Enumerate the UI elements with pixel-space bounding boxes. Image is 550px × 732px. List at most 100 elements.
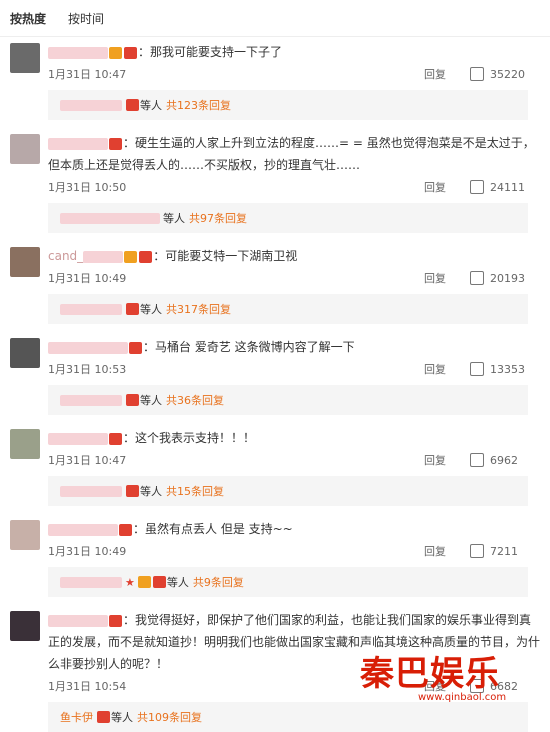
member-badge-icon (109, 432, 122, 445)
username-blurred[interactable] (48, 46, 108, 59)
reply-button[interactable]: 回复 (424, 452, 446, 468)
comment-time: 1月31日 10:47 (48, 454, 127, 467)
comment-content: cand_ ：可能要艾特一下湖南卫视 (48, 245, 540, 267)
comment-time: 1月31日 10:53 (48, 363, 127, 376)
comment-time: 1月31日 10:49 (48, 545, 127, 558)
sub-reply-count-link[interactable]: 共97条回复 (189, 210, 247, 226)
like-count: 20193 (490, 271, 525, 285)
vip-badge-icon (124, 250, 138, 263)
reply-button[interactable]: 回复 (424, 179, 446, 195)
member-badge-icon (126, 303, 139, 315)
comment-meta: 1月31日 10:49 回复 7211 (48, 540, 540, 562)
comment-meta: 1月31日 10:53 回复 13353 (48, 358, 540, 380)
like-count: 35220 (490, 67, 525, 81)
member-badge-icon (109, 137, 122, 150)
username-blurred[interactable] (83, 250, 124, 263)
sub-reply-user-blurred (60, 394, 122, 406)
like-count: 7211 (490, 544, 518, 558)
member-badge-icon (152, 576, 166, 588)
sub-reply-count-link[interactable]: 共123条回复 (166, 97, 231, 113)
thumbs-up-icon (470, 453, 484, 467)
comment-meta: 1月31日 10:50 回复 24111 (48, 176, 540, 198)
like-button[interactable]: 20193 (470, 271, 540, 285)
member-badge-icon (139, 250, 153, 263)
avatar[interactable] (10, 520, 40, 550)
username-fragment[interactable]: cand_ (48, 249, 83, 263)
sub-reply-user-blurred (60, 99, 122, 111)
avatar[interactable] (10, 338, 40, 368)
comment-content: ：虽然有点丢人 但是 支持~~ (48, 518, 540, 540)
member-badge-icon (119, 523, 132, 536)
avatar[interactable] (10, 134, 40, 164)
avatar[interactable] (10, 247, 40, 277)
like-button[interactable]: 6962 (470, 453, 540, 467)
tab-hot[interactable]: 按热度 (10, 10, 46, 27)
sub-replies[interactable]: 等人 共15条回复 (48, 476, 528, 506)
sub-reply-count-link[interactable]: 共109条回复 (137, 709, 202, 725)
comment-text: ：这个我表示支持！！！ (123, 431, 256, 445)
comment-item: ：硬生生逼的人家上升到立法的程度……= = 虽然也觉得泡菜是不是太过于，但本质上… (0, 130, 550, 233)
vip-badge-icon (109, 46, 122, 59)
member-badge-icon (126, 394, 139, 406)
like-button[interactable]: 35220 (470, 67, 540, 81)
sub-reply-user[interactable]: 鱼卡伊 (60, 709, 93, 725)
thumbs-up-icon (470, 544, 484, 558)
comment-meta: 1月31日 10:49 回复 20193 (48, 267, 540, 289)
reply-button[interactable]: 回复 (424, 361, 446, 377)
comment-content: ：这个我表示支持！！！ (48, 427, 540, 449)
member-badge-icon (126, 99, 139, 111)
avatar[interactable] (10, 43, 40, 73)
reply-button[interactable]: 回复 (424, 270, 446, 286)
sub-reply-count-link[interactable]: 共36条回复 (166, 392, 224, 408)
username-blurred[interactable] (48, 614, 108, 627)
thumbs-up-icon (470, 362, 484, 376)
username-blurred[interactable] (48, 137, 108, 150)
thumbs-up-icon (470, 67, 484, 81)
username-blurred[interactable] (48, 523, 118, 536)
like-button[interactable]: 7211 (470, 544, 540, 558)
comment-content: ：马桶台 爱奇艺 这条微博内容了解一下 (48, 336, 540, 358)
sub-reply-count-link[interactable]: 共317条回复 (166, 301, 231, 317)
comment-item: ：虽然有点丢人 但是 支持~~ 1月31日 10:49 回复 7211 ★ 等人… (0, 516, 550, 597)
sub-reply-user-blurred (60, 576, 122, 588)
username-blurred[interactable] (48, 341, 128, 354)
reply-button[interactable]: 回复 (424, 543, 446, 559)
reply-button[interactable]: 回复 (424, 66, 446, 82)
watermark-logo: 秦巴娱乐 (360, 654, 500, 694)
username-blurred[interactable] (48, 432, 108, 445)
sub-replies[interactable]: 等人 共123条回复 (48, 90, 528, 120)
sub-replies[interactable]: 鱼卡伊 等人 共109条回复 (48, 702, 528, 732)
comment-text: ：那我可能要支持一下子了 (138, 45, 283, 59)
sub-reply-suffix: 等人 (140, 485, 162, 498)
sub-replies[interactable]: 等人 共36条回复 (48, 385, 528, 415)
sub-reply-suffix: 等人 (111, 711, 133, 724)
sub-replies[interactable]: 等人 共97条回复 (48, 203, 528, 233)
sub-replies[interactable]: ★ 等人 共9条回复 (48, 567, 528, 597)
avatar[interactable] (10, 429, 40, 459)
comment-time: 1月31日 10:47 (48, 68, 127, 81)
comment-time: 1月31日 10:49 (48, 272, 127, 285)
comment-meta: 1月31日 10:47 回复 6962 (48, 449, 540, 471)
like-button[interactable]: 13353 (470, 362, 540, 376)
like-button[interactable]: 24111 (470, 180, 540, 194)
member-badge-icon (124, 46, 137, 59)
comment-item: ：马桶台 爱奇艺 这条微博内容了解一下 1月31日 10:53 回复 13353… (0, 334, 550, 415)
sub-reply-suffix: 等人 (140, 394, 162, 407)
sub-reply-count-link[interactable]: 共9条回复 (193, 574, 244, 590)
avatar[interactable] (10, 611, 40, 641)
member-badge-icon (126, 485, 139, 497)
sub-reply-suffix: 等人 (140, 99, 162, 112)
sort-tabs: 按热度 按时间 (0, 0, 550, 37)
sub-reply-count-link[interactable]: 共15条回复 (166, 483, 224, 499)
thumbs-up-icon (470, 271, 484, 285)
comment-meta: 1月31日 10:47 回复 35220 (48, 63, 540, 85)
member-badge-icon (109, 614, 122, 627)
like-count: 24111 (490, 180, 525, 194)
sub-reply-user-blurred (60, 485, 122, 497)
tab-time[interactable]: 按时间 (68, 10, 104, 27)
like-count: 6962 (490, 453, 518, 467)
comment-text: ：可能要艾特一下湖南卫视 (153, 249, 298, 263)
comment-time: 1月31日 10:50 (48, 181, 127, 194)
comment-item: ：那我可能要支持一下子了 1月31日 10:47 回复 35220 等人 共12… (0, 39, 550, 120)
sub-replies[interactable]: 等人 共317条回复 (48, 294, 528, 324)
